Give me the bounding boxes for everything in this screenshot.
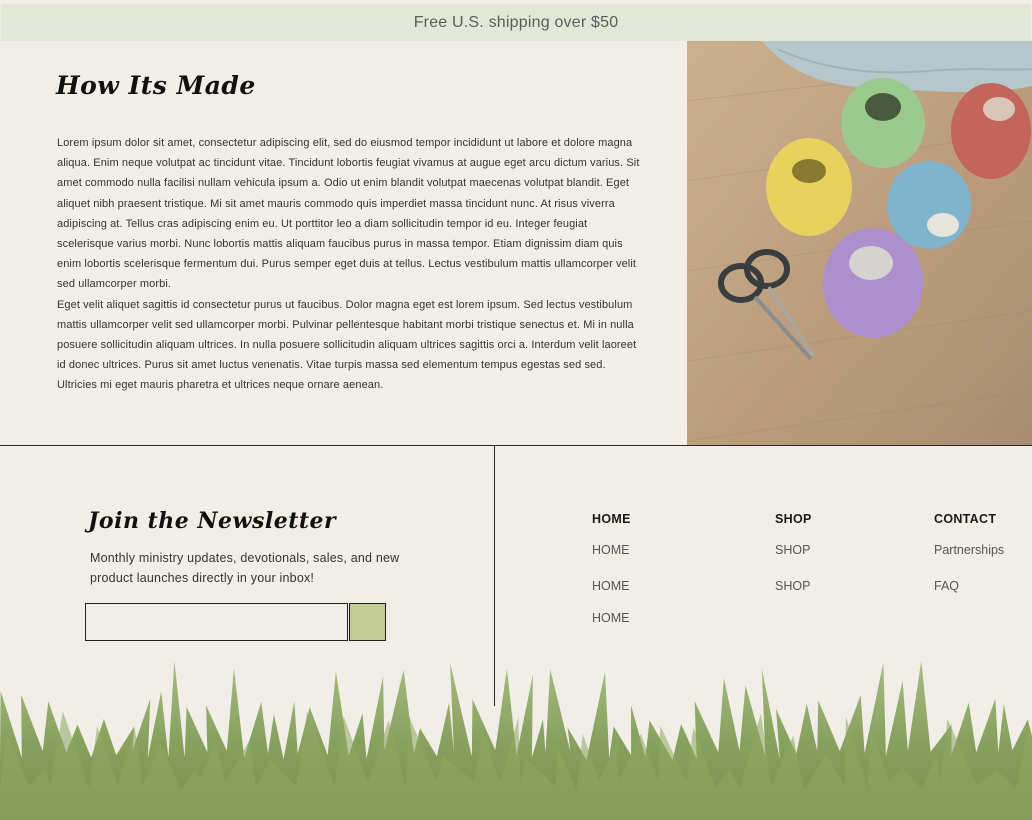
footer-nav-shop: SHOP bbox=[775, 512, 812, 530]
how-its-made-paragraph-2: Eget velit aliquet sagittis id consectet… bbox=[57, 298, 637, 392]
newsletter-email-input[interactable] bbox=[85, 603, 348, 641]
newsletter-title: Join the Newsletter bbox=[88, 508, 337, 534]
how-its-made-paragraph-1: Lorem ipsum dolor sit amet, consectetur … bbox=[57, 137, 640, 291]
footer-nav-contact-heading[interactable]: CONTACT bbox=[934, 512, 996, 530]
newsletter-submit-button[interactable] bbox=[349, 603, 386, 641]
footer-link-home-3[interactable]: HOME bbox=[592, 611, 630, 625]
footer-link-faq[interactable]: FAQ bbox=[934, 579, 959, 593]
footer-nav-home-heading[interactable]: HOME bbox=[592, 512, 631, 530]
section-divider-horizontal bbox=[0, 445, 1032, 446]
footer-nav-contact: CONTACT bbox=[934, 512, 996, 530]
footer-link-home-1[interactable]: HOME bbox=[592, 543, 630, 557]
yarn-photo bbox=[687, 41, 1032, 445]
footer-link-partnerships[interactable]: Partnerships bbox=[934, 543, 1004, 557]
shipping-banner-text: Free U.S. shipping over $50 bbox=[413, 13, 619, 31]
footer-link-shop-1[interactable]: SHOP bbox=[775, 543, 810, 557]
newsletter-description: Monthly ministry updates, devotionals, s… bbox=[90, 551, 400, 585]
shipping-banner: Free U.S. shipping over $50 bbox=[1, 4, 1031, 41]
watercolor-grass bbox=[0, 660, 1032, 820]
how-its-made-title: How Its Made bbox=[56, 71, 256, 100]
yarn-photo-illustration bbox=[687, 41, 1032, 445]
page: Free U.S. shipping over $50 How Its Made… bbox=[0, 0, 1032, 820]
footer-nav-shop-heading[interactable]: SHOP bbox=[775, 512, 812, 530]
footer-link-home-2[interactable]: HOME bbox=[592, 579, 630, 593]
footer-nav-home: HOME bbox=[592, 512, 631, 530]
footer-link-shop-2[interactable]: SHOP bbox=[775, 579, 810, 593]
how-its-made-body: Lorem ipsum dolor sit amet, consectetur … bbox=[57, 133, 647, 396]
how-its-made-section: How Its Made Lorem ipsum dolor sit amet,… bbox=[0, 41, 687, 446]
